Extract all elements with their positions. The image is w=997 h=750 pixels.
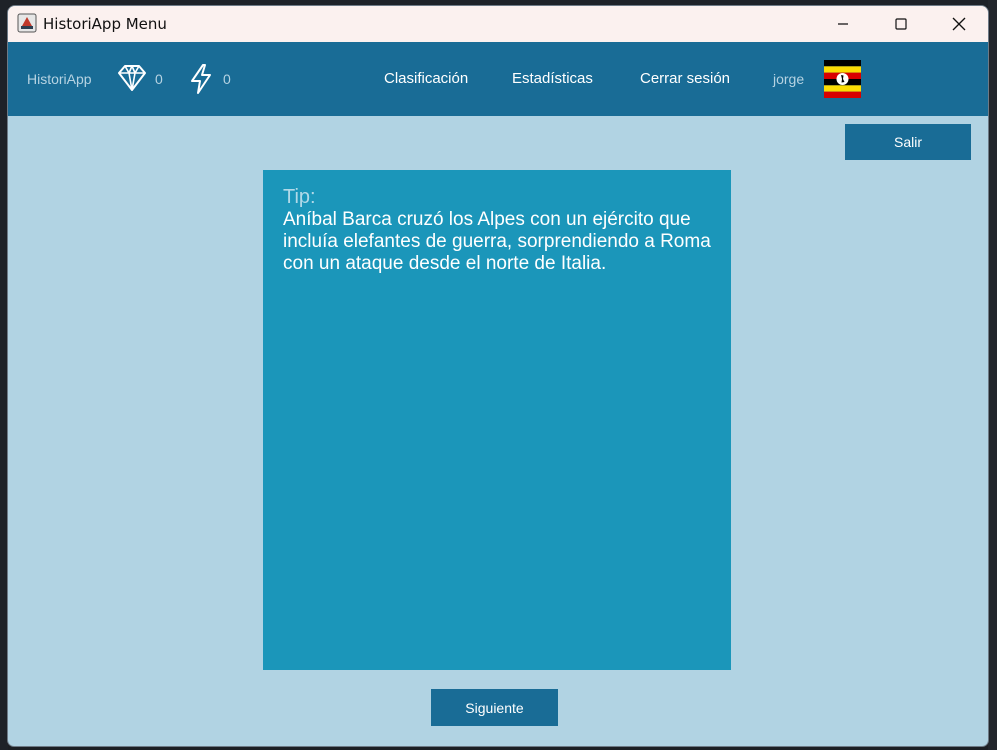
title-bar: HistoriApp Menu <box>8 6 988 42</box>
gem-count: 0 <box>155 71 163 87</box>
tip-text: Aníbal Barca cruzó los Alpes con un ejér… <box>283 209 711 274</box>
maximize-icon <box>895 18 907 30</box>
minimize-icon <box>838 23 848 25</box>
app-window: HistoriApp Menu HistoriApp 0 0 Clasifica… <box>8 6 988 746</box>
nav-logout-link[interactable]: Cerrar sesión <box>640 70 730 87</box>
close-icon <box>952 17 966 31</box>
tip-label: Tip: <box>283 186 316 208</box>
nav-stats-link[interactable]: Estadísticas <box>512 70 593 87</box>
minimize-button[interactable] <box>814 6 872 42</box>
brand-label: HistoriApp <box>27 71 92 87</box>
window-title: HistoriApp Menu <box>43 15 167 33</box>
close-button[interactable] <box>930 6 988 42</box>
background-window-right <box>988 0 997 750</box>
gem-icon <box>118 65 146 91</box>
username-label: jorge <box>773 71 805 87</box>
uganda-flag-icon <box>824 60 861 98</box>
exit-button[interactable]: Salir <box>845 124 971 160</box>
top-navbar: HistoriApp 0 0 Clasificación Estadística… <box>8 42 988 116</box>
tip-card: Tip: Aníbal Barca cruzó los Alpes con un… <box>263 170 731 670</box>
java-app-icon <box>17 13 37 33</box>
lightning-icon <box>191 64 211 94</box>
energy-count: 0 <box>223 71 231 87</box>
background-window-left <box>0 0 8 750</box>
maximize-button[interactable] <box>872 6 930 42</box>
nav-ranking-link[interactable]: Clasificación <box>384 70 468 87</box>
next-button[interactable]: Siguiente <box>431 689 558 726</box>
